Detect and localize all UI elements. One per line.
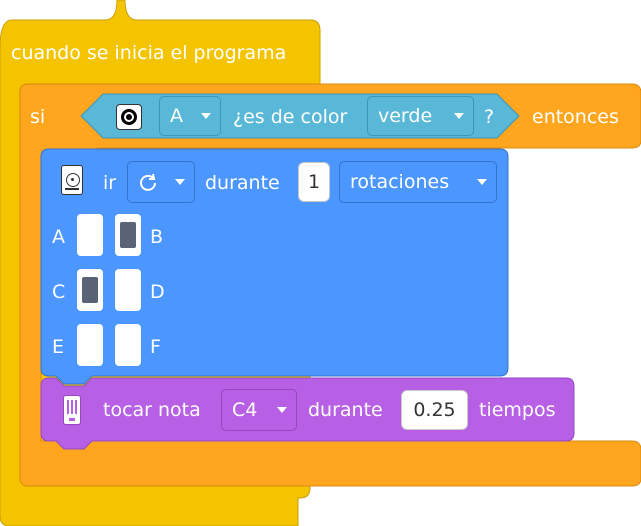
note-during-label: durante (308, 399, 383, 421)
beats-label: tiempos (479, 399, 556, 421)
hub-speaker-icon (63, 395, 81, 425)
note-value: C4 (232, 399, 258, 421)
note-duration-input[interactable]: 0.25 (401, 390, 468, 430)
play-note-label: tocar nota (103, 399, 201, 421)
chevron-down-icon (277, 407, 287, 413)
sound-block-shape (40, 377, 575, 450)
note-dropdown[interactable]: C4 (221, 389, 297, 431)
